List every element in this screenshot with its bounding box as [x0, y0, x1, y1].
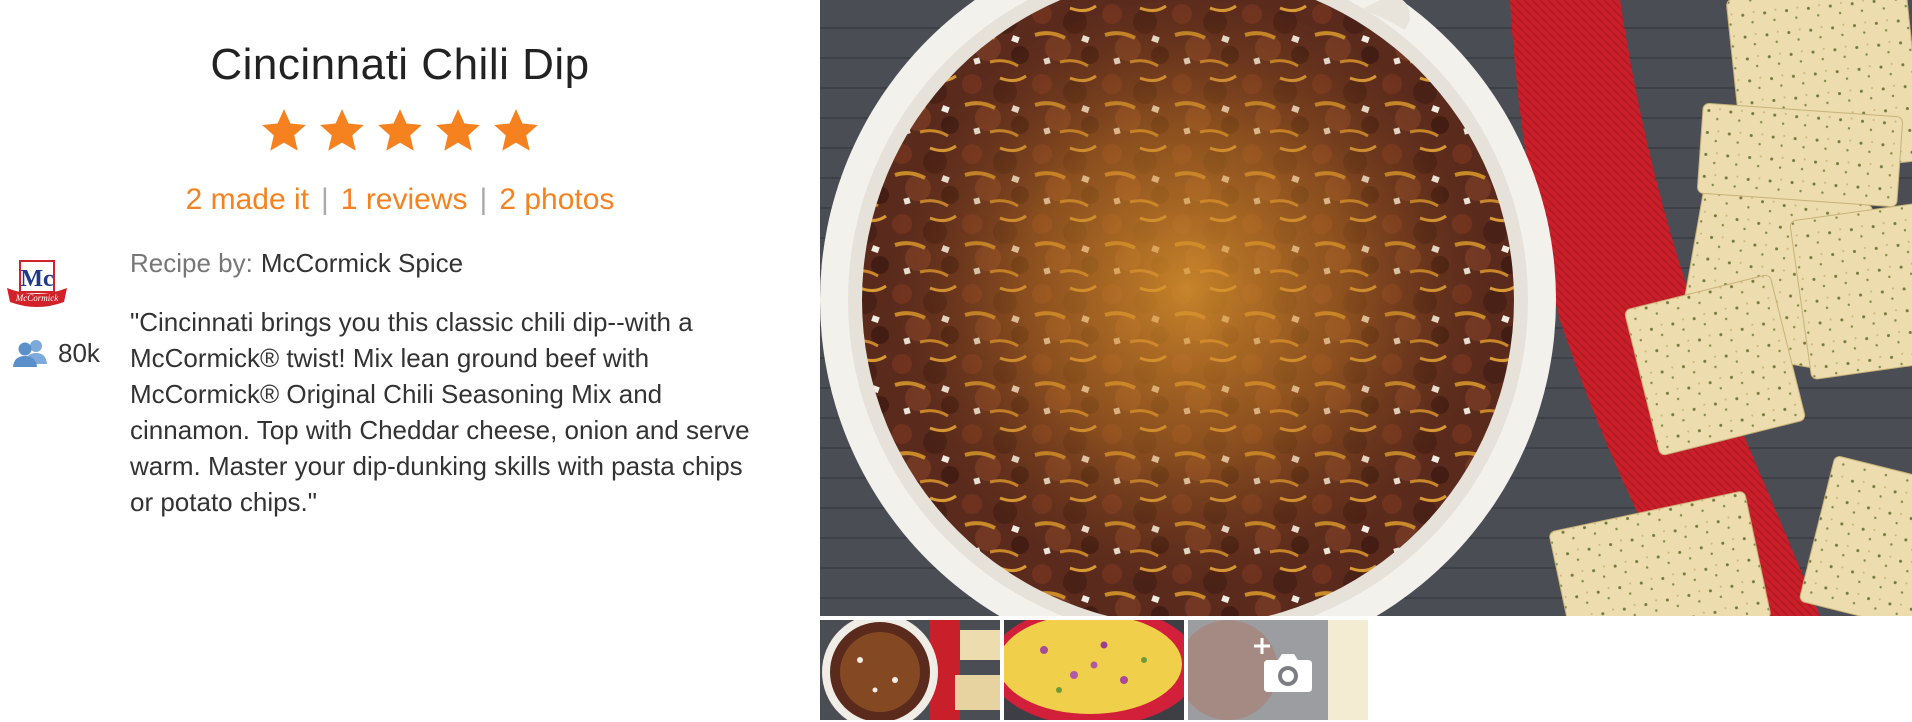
recipe-summary: Cincinnati Chili Dip 2 made it | 1 reviews… — [0, 0, 820, 722]
thumbnail-chili-bowl — [820, 620, 1000, 720]
author-name[interactable]: McCormick Spice — [261, 248, 463, 278]
recipe-stats: 2 made it | 1 reviews | 2 photos — [0, 183, 800, 217]
photo-thumbnails — [820, 620, 1372, 720]
thumbnail-photo-2[interactable] — [1004, 620, 1184, 720]
svg-text:McCormick: McCormick — [15, 293, 59, 303]
add-photo-button[interactable] — [1188, 620, 1368, 720]
author-followers: 80k — [12, 336, 100, 370]
hero-photo[interactable] — [820, 0, 1912, 616]
thumbnail-layered-dip — [1004, 620, 1184, 720]
reviews-link[interactable]: 1 reviews — [341, 183, 468, 216]
star-icon — [378, 109, 422, 151]
star-icon — [436, 109, 480, 151]
mccormick-logo[interactable]: Mc McCormick — [6, 256, 68, 308]
people-icon — [13, 340, 47, 367]
divider: | — [479, 183, 488, 216]
rating-stars[interactable] — [0, 106, 800, 156]
star-icon — [262, 109, 306, 151]
recipe-byline: Recipe by: McCormick Spice — [130, 248, 463, 279]
svg-text:Mc: Mc — [20, 266, 54, 292]
chili-dip-photo — [820, 0, 1912, 616]
followers-count: 80k — [58, 337, 100, 368]
photos-link[interactable]: 2 photos — [499, 183, 614, 216]
recipe-title: Cincinnati Chili Dip — [210, 40, 590, 89]
recipe-description: "Cincinnati brings you this classic chil… — [130, 307, 750, 517]
camera-plus-icon — [1254, 638, 1312, 692]
recipe-by-label: Recipe by: — [130, 248, 253, 278]
star-icon — [494, 109, 538, 151]
star-icon — [320, 109, 364, 151]
divider: | — [321, 183, 329, 216]
thumbnail-photo-1[interactable] — [820, 620, 1000, 720]
made-it-link[interactable]: 2 made it — [186, 183, 309, 216]
